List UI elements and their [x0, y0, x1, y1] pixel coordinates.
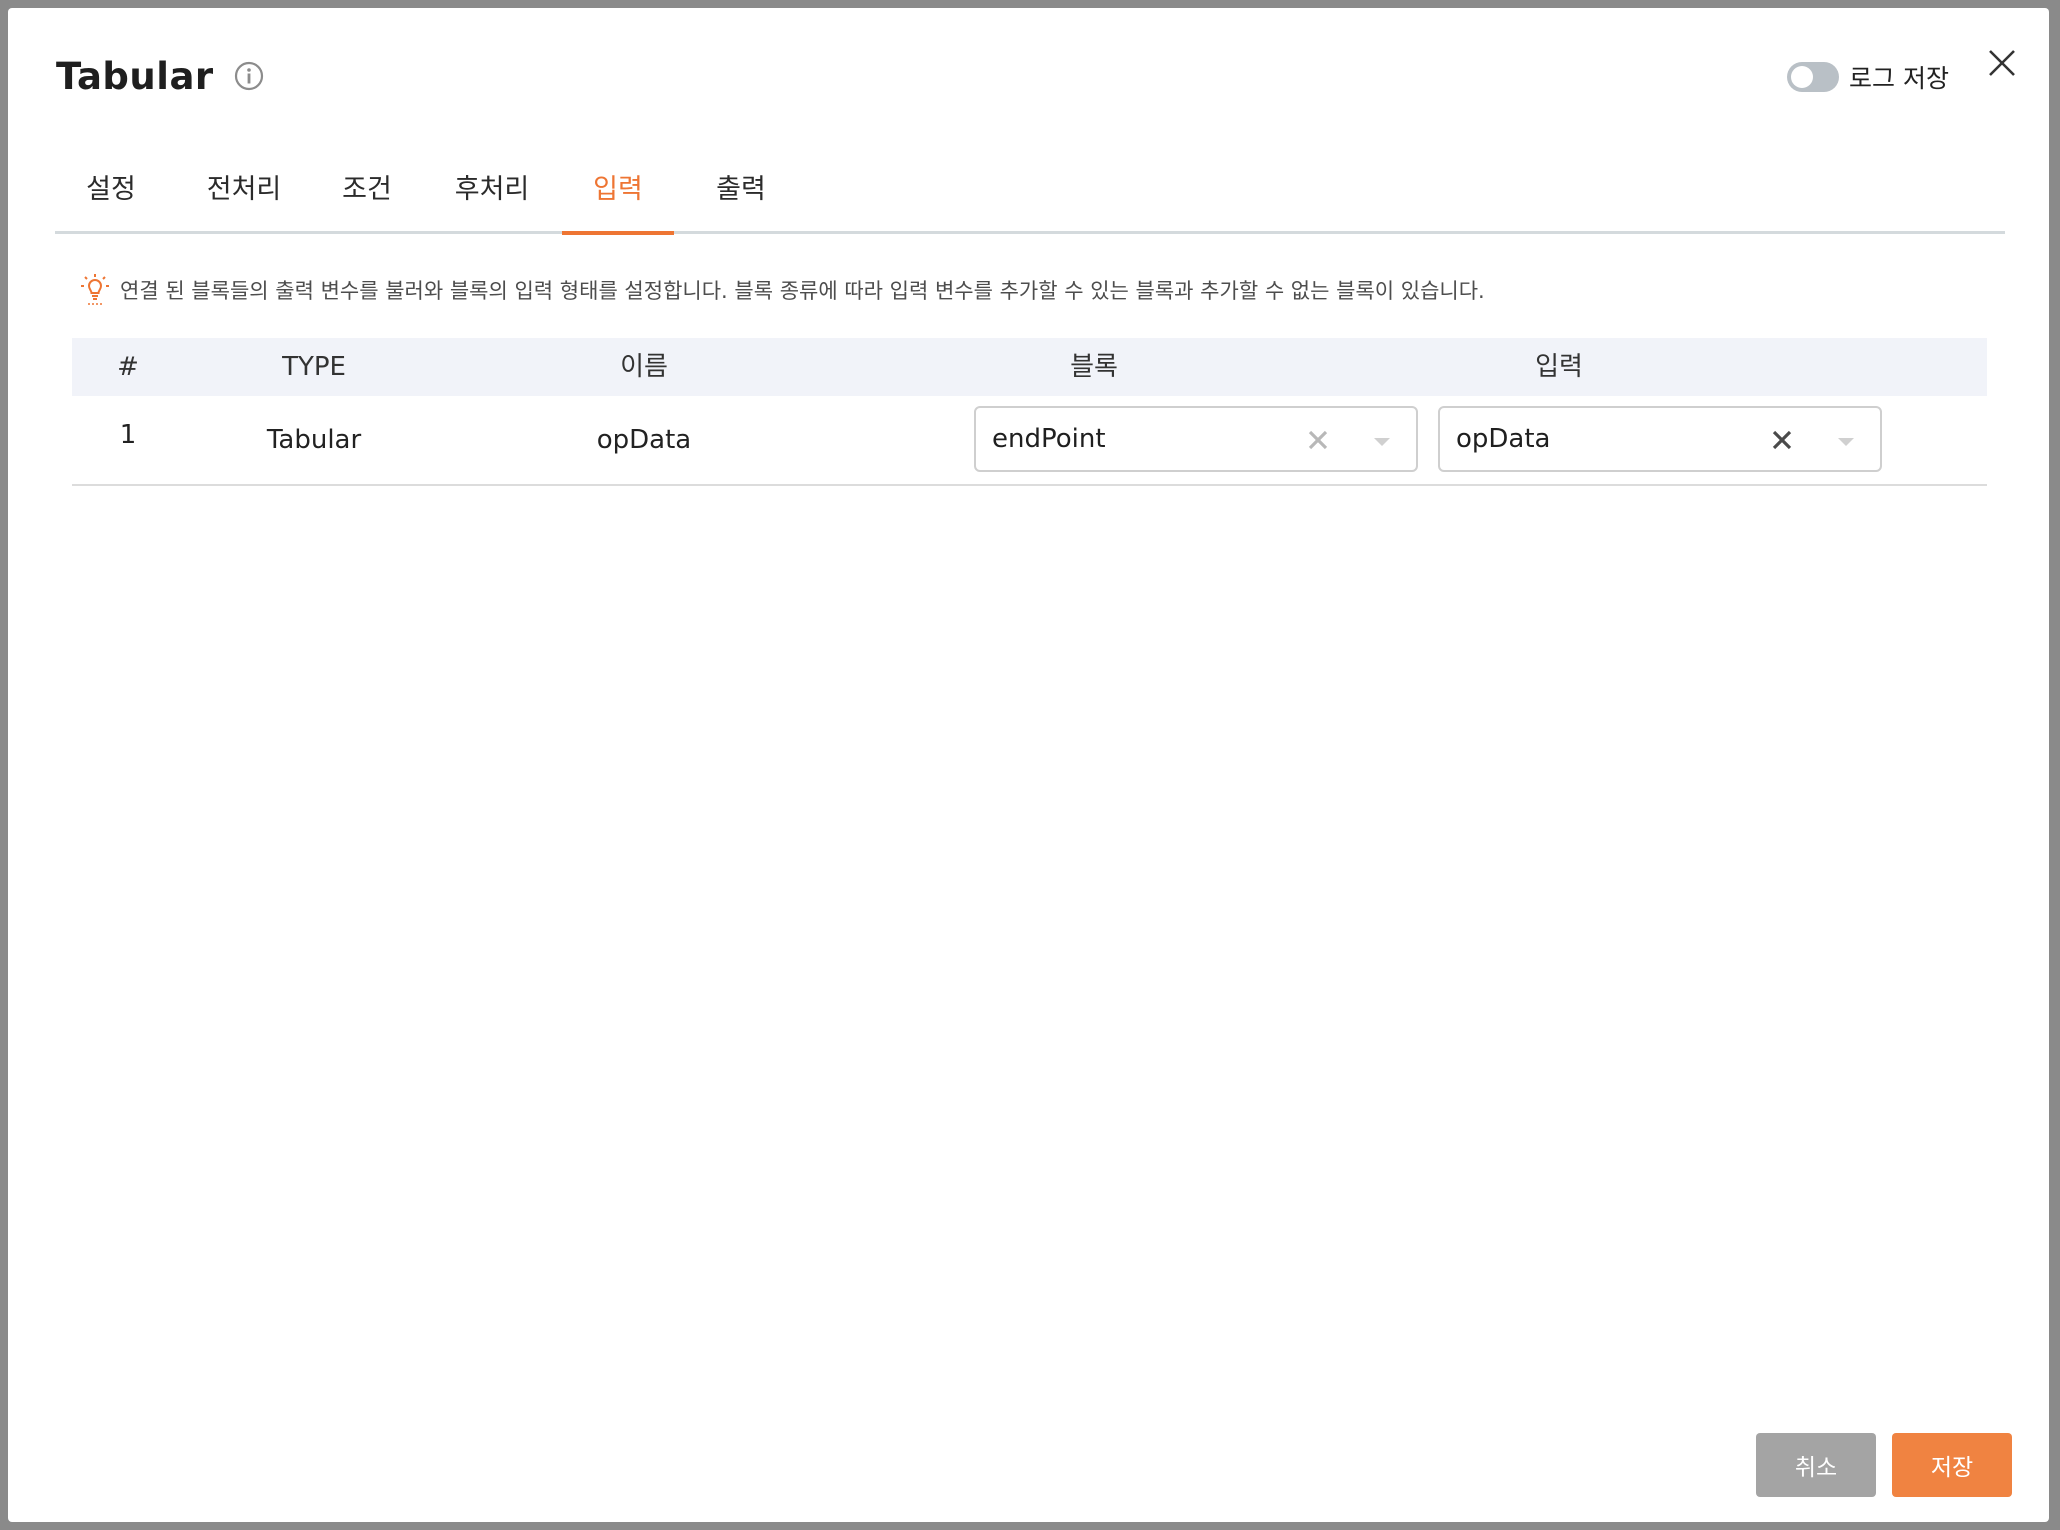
dialog-title: Tabular — [56, 54, 214, 98]
input-select-value: opData — [1456, 424, 1551, 454]
tab-output[interactable]: 출력 — [705, 166, 777, 231]
log-save-label: 로그 저장 — [1849, 64, 1949, 93]
cancel-button[interactable]: 취소 — [1756, 1433, 1876, 1497]
tab-preprocess[interactable]: 전처리 — [199, 166, 289, 231]
info-icon[interactable] — [234, 61, 264, 91]
row-index: 1 — [119, 420, 137, 450]
table-row: 1 Tabular opData endPoint opData — [72, 396, 1987, 486]
clear-icon[interactable] — [1770, 428, 1794, 452]
tabular-settings-dialog: Tabular 로그 저장 설정 전처리 조건 후처리 입력 출력 연결 된 블… — [8, 8, 2049, 1522]
col-index: # — [117, 352, 139, 382]
dialog-header: Tabular — [56, 48, 264, 104]
row-type: Tabular — [266, 425, 362, 455]
chevron-down-icon[interactable] — [1836, 434, 1856, 448]
input-notice: 연결 된 블록들의 출력 변수를 불러와 블록의 입력 형태를 설정합니다. 블… — [78, 272, 1485, 308]
clear-icon[interactable] — [1306, 428, 1330, 452]
block-select-value: endPoint — [992, 424, 1106, 454]
chevron-down-icon[interactable] — [1372, 434, 1392, 448]
input-select[interactable]: opData — [1438, 406, 1882, 472]
tab-condition[interactable]: 조건 — [331, 166, 403, 231]
input-table: # TYPE 이름 블록 입력 1 Tabular opData endPoin… — [72, 338, 1987, 486]
col-name: 이름 — [620, 352, 668, 382]
tab-input[interactable]: 입력 — [562, 166, 674, 235]
tab-settings[interactable]: 설정 — [75, 166, 147, 231]
log-save-toggle[interactable] — [1787, 62, 1840, 92]
col-input: 입력 — [1535, 352, 1583, 382]
log-save-control: 로그 저장 — [1787, 52, 1949, 102]
col-type: TYPE — [282, 352, 346, 382]
col-block: 블록 — [1070, 352, 1118, 382]
tab-postprocess[interactable]: 후처리 — [447, 166, 537, 231]
tab-bar: 설정 전처리 조건 후처리 입력 출력 — [55, 158, 2005, 235]
toggle-knob — [1791, 66, 1814, 88]
row-name: opData — [596, 425, 692, 455]
table-header: # TYPE 이름 블록 입력 — [72, 338, 1987, 396]
save-button[interactable]: 저장 — [1892, 1433, 2012, 1497]
lightbulb-icon — [78, 272, 112, 308]
close-icon[interactable] — [1985, 46, 2019, 80]
notice-text: 연결 된 블록들의 출력 변수를 불러와 블록의 입력 형태를 설정합니다. 블… — [120, 279, 1485, 303]
block-select[interactable]: endPoint — [974, 406, 1418, 472]
